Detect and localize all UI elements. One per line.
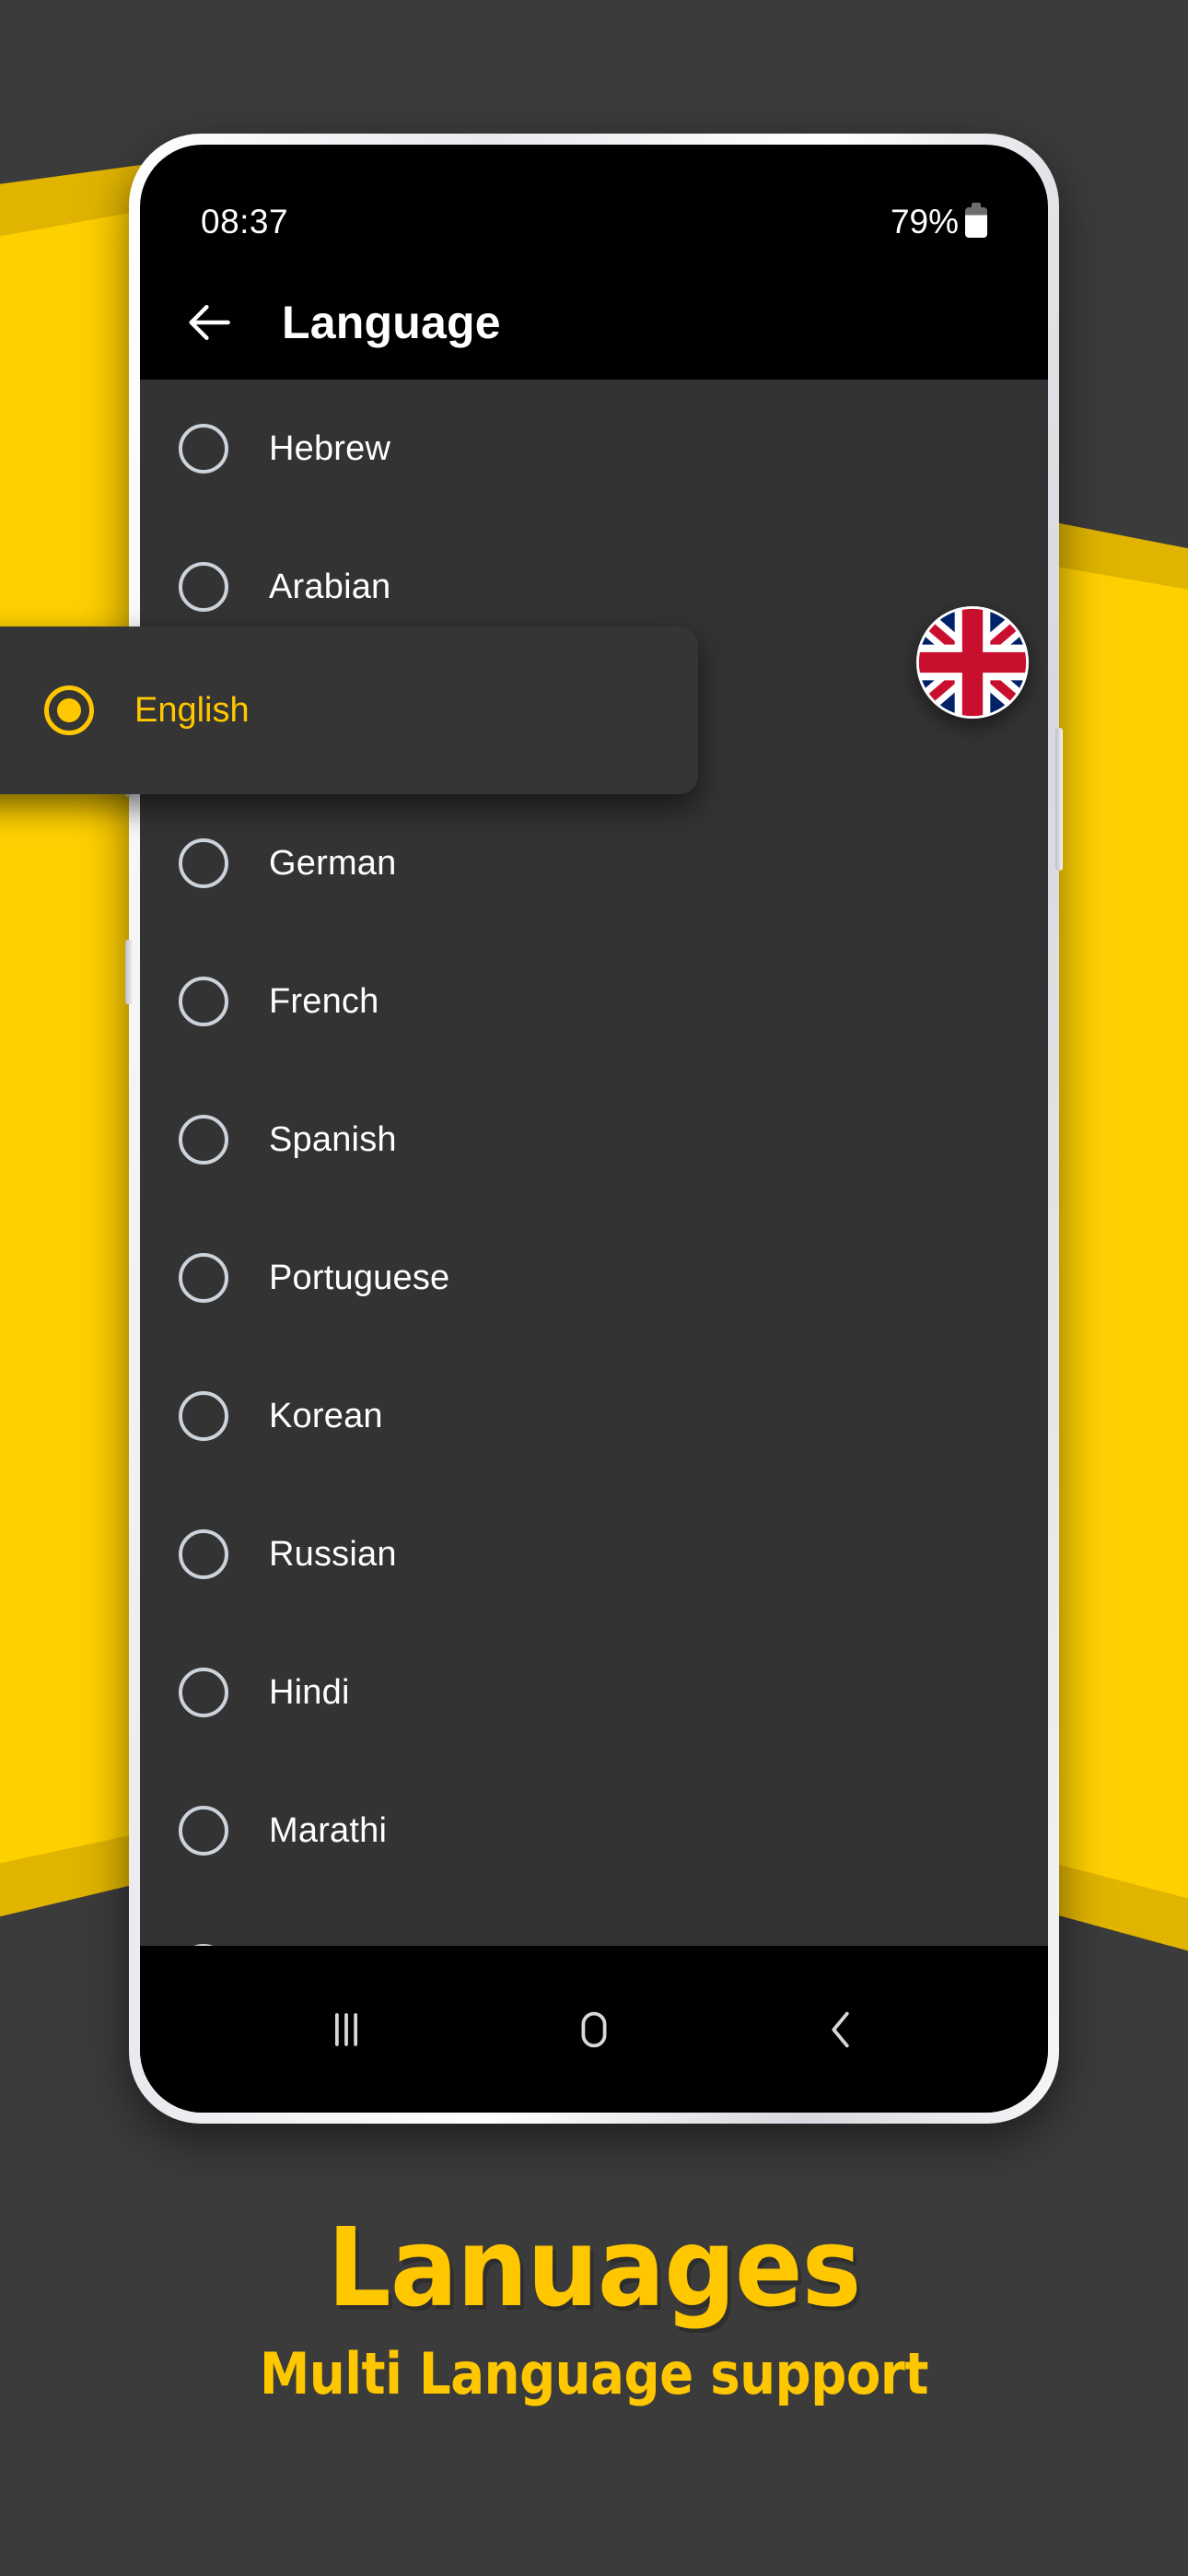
status-bar: 08:37 79%: [140, 186, 1048, 258]
home-icon[interactable]: [543, 1990, 645, 2069]
recents-icon[interactable]: [296, 1990, 397, 2069]
list-item[interactable]: Hindi: [140, 1623, 1048, 1762]
selected-language-card[interactable]: English: [0, 626, 698, 794]
list-item-label: Portuguese: [269, 1258, 450, 1297]
battery-icon: [965, 202, 987, 238]
list-item-label: German: [269, 843, 397, 883]
phone-volume-down-button[interactable]: [125, 940, 133, 1004]
list-item-label: French: [269, 981, 379, 1021]
promo-headline: Lanuages: [327, 2204, 862, 2331]
radio-unselected-icon[interactable]: [179, 424, 228, 474]
radio-unselected-icon[interactable]: [179, 977, 228, 1026]
radio-unselected-icon[interactable]: [179, 838, 228, 888]
back-arrow-icon[interactable]: [179, 292, 239, 353]
list-item-label: Arabian: [269, 567, 391, 606]
system-navigation-bar: [140, 1946, 1048, 2113]
selected-language-label: English: [134, 690, 250, 730]
phone-screen: 08:37 79% Language Hebrew Arabian German…: [140, 145, 1048, 2113]
list-item[interactable]: Urdu: [140, 1900, 1048, 1946]
status-bar-clock: 08:37: [201, 203, 289, 240]
back-chevron-icon[interactable]: [791, 1990, 892, 2069]
united-kingdom-flag-icon: [916, 606, 1029, 719]
list-item-label: Marathi: [269, 1810, 388, 1850]
list-item[interactable]: Korean: [140, 1347, 1048, 1485]
promo-subheadline: Multi Language support: [259, 2340, 929, 2407]
list-item[interactable]: French: [140, 932, 1048, 1071]
phone-power-button[interactable]: [1055, 728, 1063, 871]
language-list[interactable]: Hebrew Arabian English German French: [140, 380, 1048, 1946]
list-item[interactable]: German: [140, 794, 1048, 932]
radio-unselected-icon[interactable]: [179, 1115, 228, 1165]
list-item-label: Russian: [269, 1534, 397, 1574]
list-item[interactable]: Portuguese: [140, 1209, 1048, 1347]
list-item[interactable]: Marathi: [140, 1762, 1048, 1900]
list-item-label: Hebrew: [269, 428, 391, 468]
radio-unselected-icon[interactable]: [179, 1391, 228, 1441]
list-item[interactable]: Russian: [140, 1485, 1048, 1623]
radio-unselected-icon[interactable]: [179, 1668, 228, 1717]
promo-screenshot: 08:37 79% Language Hebrew Arabian German…: [0, 0, 1188, 2576]
battery-percentage-label: 79%: [890, 203, 959, 240]
status-bar-right-cluster: 79%: [890, 202, 987, 241]
background-ribbon-right: [1045, 521, 1188, 1944]
radio-unselected-icon[interactable]: [179, 1806, 228, 1856]
list-item-label: Korean: [269, 1396, 383, 1435]
list-item[interactable]: Hebrew: [140, 380, 1048, 518]
list-item[interactable]: Spanish: [140, 1071, 1048, 1209]
app-bar: Language: [140, 264, 1048, 380]
list-item-label: Hindi: [269, 1672, 350, 1712]
radio-unselected-icon[interactable]: [179, 1529, 228, 1579]
radio-unselected-icon[interactable]: [179, 562, 228, 612]
list-item-label: Spanish: [269, 1119, 397, 1159]
page-title: Language: [282, 296, 501, 348]
radio-selected-icon[interactable]: [44, 685, 94, 735]
radio-unselected-icon[interactable]: [179, 1253, 228, 1303]
